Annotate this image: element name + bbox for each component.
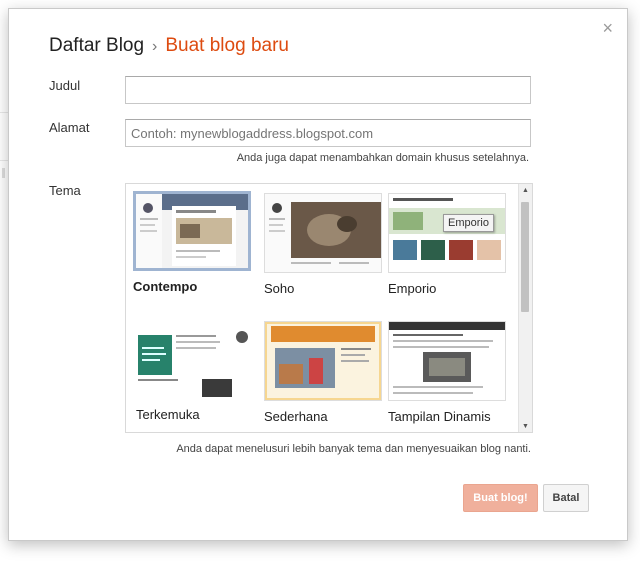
theme-tooltip: Emporio <box>443 214 494 232</box>
title-label: Judul <box>49 78 81 93</box>
theme-name: Emporio <box>388 281 437 296</box>
theme-thumbnail <box>133 191 251 271</box>
theme-footer-note: Anda dapat menelusuri lebih banyak tema … <box>176 443 531 455</box>
theme-label: Tema <box>49 183 81 198</box>
theme-thumbnail: Emporio <box>388 193 506 273</box>
theme-tampilan-dinamis[interactable]: Tampilan Dinamis <box>388 321 506 424</box>
theme-name: Sederhana <box>264 409 328 424</box>
theme-name: Soho <box>264 281 295 296</box>
theme-terkemuka[interactable]: Terkemuka <box>136 321 254 422</box>
theme-picker: Contempo Soho Emporio Emporio Terkemuka … <box>125 183 533 433</box>
page-title: Buat blog baru <box>165 35 289 56</box>
theme-thumbnail <box>388 321 506 401</box>
scroll-down-icon[interactable]: ▼ <box>522 423 529 430</box>
chevron-right-icon: › <box>152 38 158 55</box>
scroll-up-icon[interactable]: ▲ <box>522 187 529 194</box>
title-input[interactable] <box>125 76 531 104</box>
breadcrumb: Daftar Blog › Buat blog baru <box>49 35 289 57</box>
cancel-button[interactable]: Batal <box>543 484 589 512</box>
theme-contempo[interactable]: Contempo <box>133 191 251 294</box>
theme-scrollbar[interactable]: ▲ ▼ <box>518 184 532 432</box>
breadcrumb-blog-list[interactable]: Daftar Blog <box>49 35 144 56</box>
theme-name: Contempo <box>133 279 198 294</box>
address-hint: Anda juga dapat menambahkan domain khusu… <box>236 152 529 164</box>
create-blog-dialog: × Daftar Blog › Buat blog baru Judul Alama… <box>8 8 628 541</box>
theme-thumbnail <box>136 321 252 399</box>
theme-name: Tampilan Dinamis <box>388 409 491 424</box>
address-input[interactable] <box>125 119 531 147</box>
background-mark <box>2 168 5 178</box>
theme-soho[interactable]: Soho <box>264 193 382 296</box>
create-blog-button[interactable]: Buat blog! <box>463 484 538 512</box>
theme-thumbnail <box>264 193 382 273</box>
theme-name: Terkemuka <box>136 407 200 422</box>
scrollbar-thumb[interactable] <box>521 202 529 312</box>
theme-thumbnail <box>264 321 382 401</box>
theme-emporio[interactable]: Emporio Emporio <box>388 193 506 296</box>
close-icon[interactable]: × <box>602 19 613 37</box>
theme-sederhana[interactable]: Sederhana <box>264 321 382 424</box>
address-label: Alamat <box>49 120 90 135</box>
